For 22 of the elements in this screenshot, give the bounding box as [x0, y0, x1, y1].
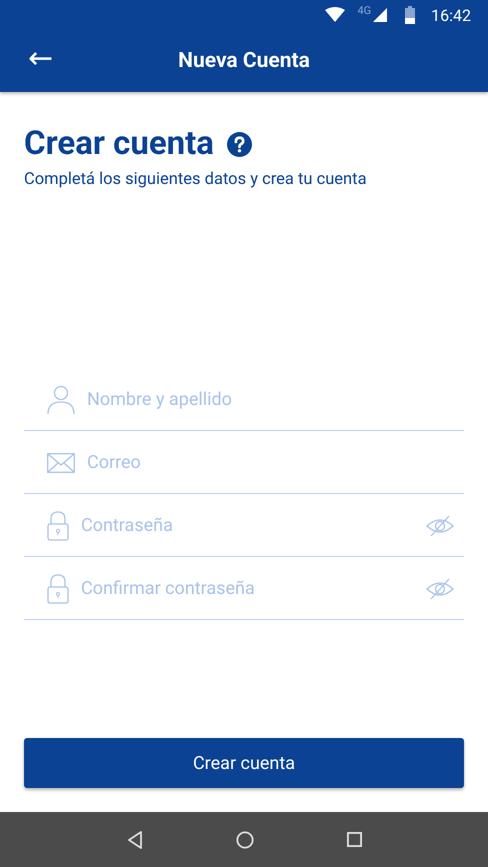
signal-icon: [373, 8, 388, 22]
home-icon[interactable]: [236, 830, 254, 848]
battery-icon: [405, 6, 416, 24]
input-field[interactable]: Nombre y apellido: [87, 389, 454, 410]
create-account-button[interactable]: Crear cuenta: [24, 738, 464, 788]
screen-title: Nueva Cuenta: [178, 49, 310, 73]
subtitle: Completá los siguientes datos y crea tu cuenta: [24, 170, 368, 190]
input-field[interactable]: Confirmar contraseña: [81, 578, 414, 600]
back-icon[interactable]: [126, 830, 142, 848]
wifi-icon: [325, 7, 346, 23]
back-button[interactable]: ←: [28, 44, 54, 78]
person-icon: [47, 384, 75, 415]
clock: 16:42: [431, 6, 471, 24]
help-icon[interactable]: [226, 132, 252, 157]
page-heading: Crear cuenta: [24, 126, 214, 162]
padlock-icon: [47, 510, 69, 541]
input-field[interactable]: Correo: [87, 452, 454, 474]
network-type: 4G: [357, 4, 372, 17]
recents-icon[interactable]: [346, 832, 362, 847]
input-field[interactable]: Contraseña: [81, 515, 414, 536]
envelope-icon: [47, 452, 75, 473]
padlock-icon: [47, 574, 69, 604]
